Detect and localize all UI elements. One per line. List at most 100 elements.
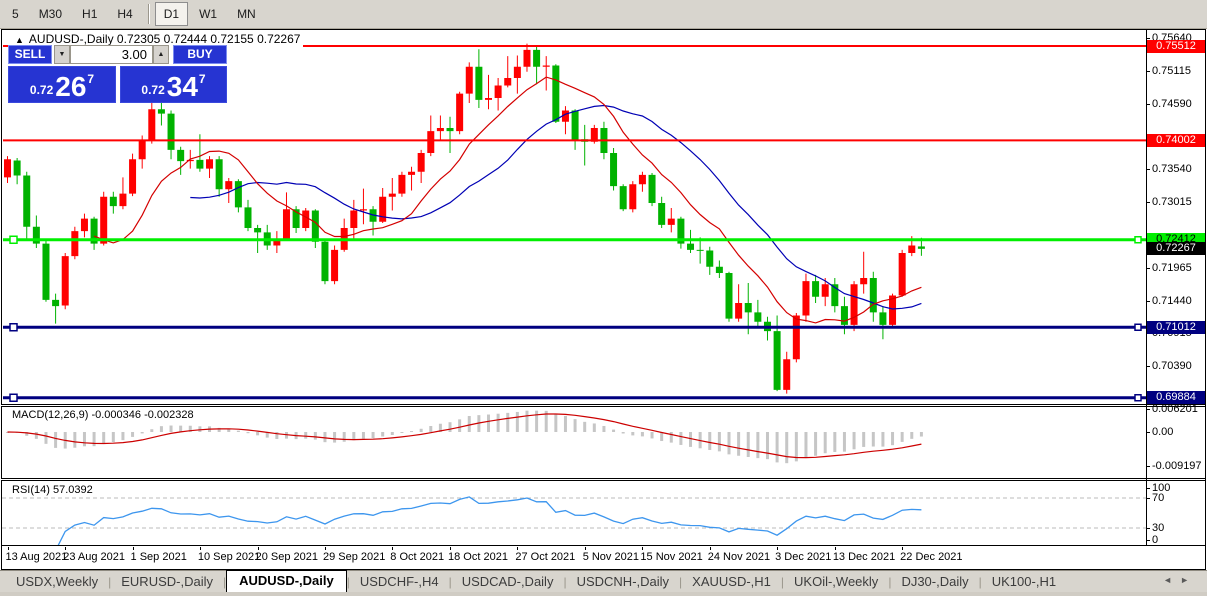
candle-body bbox=[109, 196, 117, 207]
date-tick-label: 3 Dec 2021 bbox=[775, 551, 832, 563]
buy-button[interactable]: BUY bbox=[173, 45, 227, 64]
chart-tab-usdcnh-daily[interactable]: USDCNH-,Daily bbox=[567, 572, 679, 592]
timeframe-button-w1[interactable]: W1 bbox=[190, 2, 226, 26]
volume-down-button[interactable]: ▼ bbox=[54, 45, 70, 64]
candle-body bbox=[485, 98, 492, 100]
macd-histogram-bar bbox=[487, 414, 490, 432]
macd-histogram-bar bbox=[131, 432, 135, 437]
ma-slow-line bbox=[190, 104, 922, 310]
date-tick-label: 18 Oct 2021 bbox=[448, 551, 508, 563]
chart-tab-xauusd-h1[interactable]: XAUUSD-,H1 bbox=[682, 572, 781, 592]
timeframe-button-h1[interactable]: H1 bbox=[73, 2, 106, 26]
price-tick-mark bbox=[1146, 169, 1150, 171]
level-marker-left[interactable] bbox=[9, 393, 18, 402]
macd-histogram-bar bbox=[679, 432, 683, 445]
timeframe-button-d1[interactable]: D1 bbox=[154, 2, 189, 26]
macd-histogram-bar bbox=[573, 419, 577, 432]
sell-price-prefix: 0.72 bbox=[29, 83, 54, 97]
bottom-scrollbar[interactable] bbox=[0, 592, 1207, 596]
chart-tab-dj30-daily[interactable]: DJ30-,Daily bbox=[891, 572, 978, 592]
tab-scroll-left-icon[interactable]: ◄ bbox=[1163, 575, 1180, 585]
level-marker-right[interactable] bbox=[1134, 394, 1142, 402]
macd-histogram-bar bbox=[506, 412, 510, 432]
panel-separator-rsi[interactable] bbox=[1, 478, 1205, 481]
macd-histogram-bar bbox=[496, 413, 500, 432]
level-marker-left[interactable] bbox=[9, 323, 18, 332]
macd-histogram-bar bbox=[179, 425, 183, 432]
toolbar-separator bbox=[147, 4, 149, 24]
timeframe-button-5[interactable]: 5 bbox=[3, 2, 28, 26]
chart-tab-audusd-daily[interactable]: AUDUSD-,Daily bbox=[226, 570, 347, 592]
tab-scroll-right-icon[interactable]: ► bbox=[1180, 575, 1197, 585]
candle-body bbox=[898, 253, 906, 296]
candle-body bbox=[388, 193, 396, 197]
macd-histogram-bar bbox=[92, 432, 96, 447]
date-tick-mark bbox=[902, 547, 904, 550]
rsi-tick-label: 70 bbox=[1152, 492, 1165, 504]
candle-body bbox=[234, 181, 242, 208]
candle-body bbox=[379, 196, 387, 222]
candle-body bbox=[744, 303, 752, 313]
timeframe-button-h4[interactable]: H4 bbox=[108, 2, 141, 26]
candle-body bbox=[225, 181, 233, 190]
ma-fast-line bbox=[93, 76, 922, 324]
candle-body bbox=[446, 128, 454, 132]
date-tick-label: 10 Sep 2021 bbox=[197, 551, 261, 563]
date-tick-mark bbox=[199, 547, 201, 550]
level-price-badge: 0.74002 bbox=[1147, 133, 1205, 147]
macd-histogram-bar bbox=[150, 429, 154, 432]
level-marker-left[interactable] bbox=[9, 235, 18, 244]
level-marker-right[interactable] bbox=[1134, 323, 1142, 331]
candle-body bbox=[167, 113, 175, 150]
macd-histogram-bar bbox=[708, 432, 712, 450]
macd-histogram-bar bbox=[448, 422, 452, 432]
candle-body bbox=[840, 306, 848, 325]
chart-tab-usdx-weekly[interactable]: USDX,Weekly bbox=[6, 572, 108, 592]
buy-price-pips: 34 bbox=[166, 71, 198, 102]
price-tick-mark bbox=[1146, 103, 1150, 105]
volume-input[interactable]: 3.00 bbox=[70, 45, 153, 64]
candle-body bbox=[629, 184, 637, 210]
date-tick-mark bbox=[642, 547, 644, 550]
chart-tab-usdcad-daily[interactable]: USDCAD-,Daily bbox=[452, 572, 564, 592]
timeframe-button-mn[interactable]: MN bbox=[228, 2, 265, 26]
candle-body bbox=[648, 174, 656, 203]
panel-separator-macd[interactable] bbox=[1, 404, 1205, 407]
chart-tab-ukoil-weekly[interactable]: UKOil-,Weekly bbox=[784, 572, 888, 592]
macd-histogram-bar bbox=[852, 432, 856, 450]
macd-histogram-bar bbox=[361, 432, 365, 439]
candle-body bbox=[408, 171, 416, 175]
timeframe-button-m30[interactable]: M30 bbox=[30, 2, 71, 26]
candle-body bbox=[129, 159, 137, 194]
candle-body bbox=[71, 231, 79, 257]
collapse-icon[interactable]: ▲ bbox=[15, 35, 24, 45]
macd-histogram-bar bbox=[246, 432, 250, 434]
candle-body bbox=[879, 312, 887, 325]
candle-body bbox=[725, 273, 733, 319]
chart-tab-eurusd-daily[interactable]: EURUSD-,Daily bbox=[111, 572, 223, 592]
macd-histogram-bar bbox=[371, 432, 375, 439]
candle-body bbox=[196, 159, 204, 169]
level-marker-right[interactable] bbox=[1134, 236, 1142, 244]
date-tick-label: 1 Sep 2021 bbox=[130, 551, 187, 563]
candle-body bbox=[706, 250, 714, 267]
price-tick-label: 0.73015 bbox=[1152, 196, 1192, 209]
macd-histogram-bar bbox=[535, 410, 539, 432]
sell-price-box[interactable]: 0.72 26 7 bbox=[8, 66, 116, 103]
macd-histogram-bar bbox=[352, 432, 356, 441]
panel-separator-dates bbox=[1, 545, 1205, 546]
candle-body bbox=[398, 174, 406, 194]
sell-button[interactable]: SELL bbox=[8, 45, 52, 64]
macd-histogram-bar bbox=[323, 432, 327, 443]
macd-label: MACD(12,26,9) -0.000346 -0.002328 bbox=[10, 409, 196, 421]
rsi-chart-canvas[interactable] bbox=[2, 482, 1146, 546]
chart-tab-uk100-h1[interactable]: UK100-,H1 bbox=[982, 572, 1066, 592]
volume-up-button[interactable]: ▲ bbox=[153, 45, 169, 64]
candle-body bbox=[244, 207, 252, 228]
rsi-tick-mark bbox=[1146, 540, 1150, 541]
macd-histogram-bar bbox=[169, 425, 173, 432]
macd-histogram-bar bbox=[669, 432, 673, 443]
date-tick-mark bbox=[777, 547, 779, 550]
chart-tab-usdchf-h4[interactable]: USDCHF-,H4 bbox=[350, 572, 449, 592]
buy-price-box[interactable]: 0.72 34 7 bbox=[120, 66, 227, 103]
